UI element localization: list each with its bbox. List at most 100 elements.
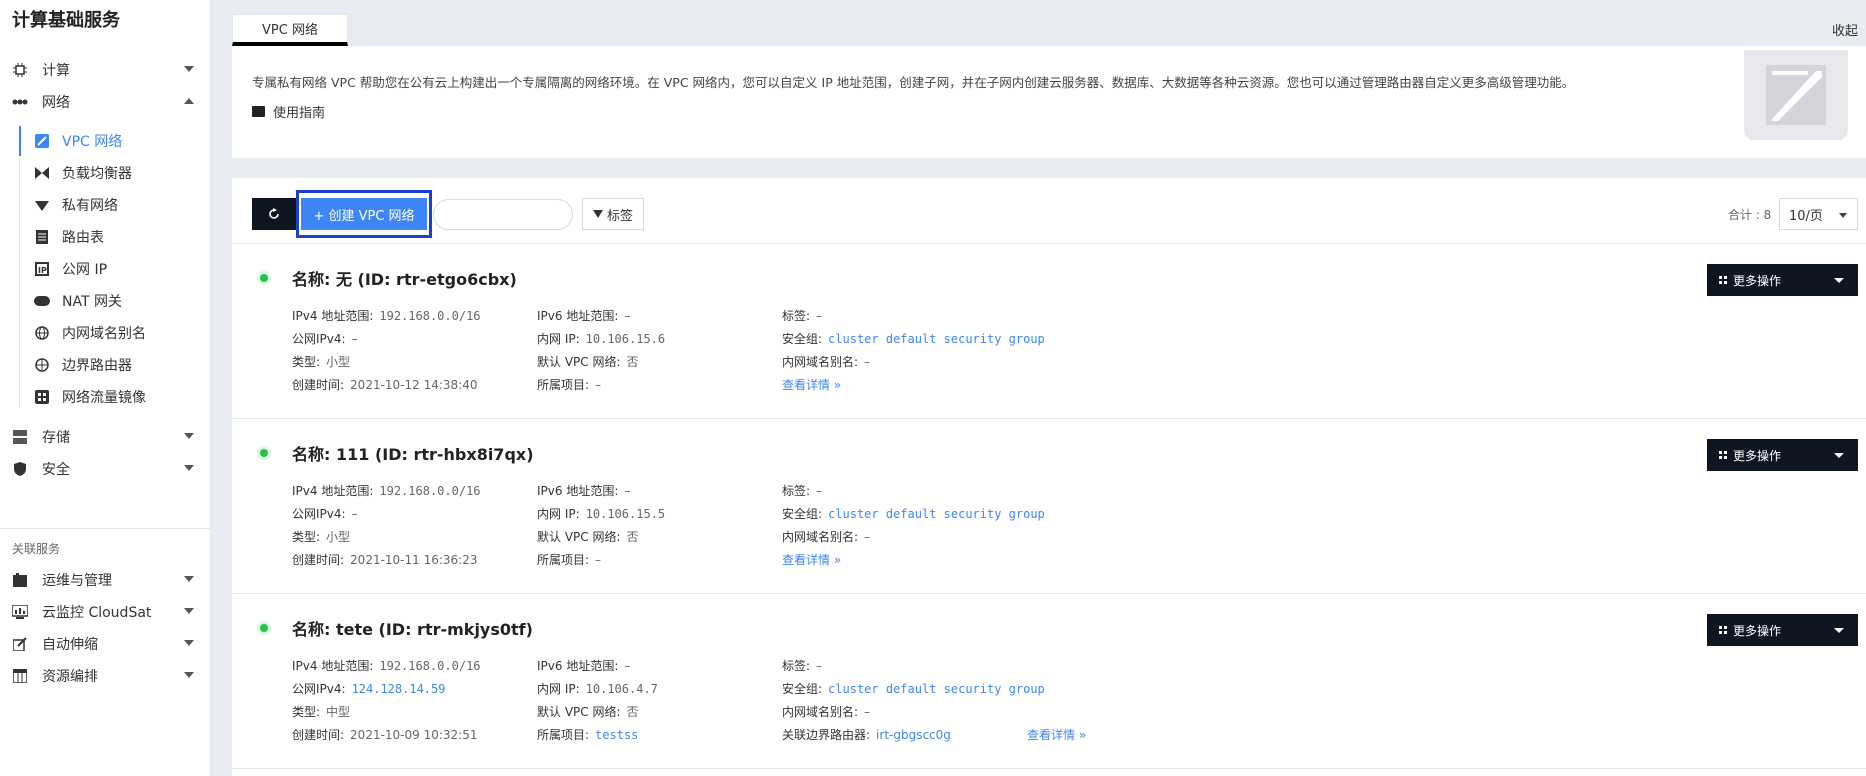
public-ipv4-field: 公网IPv4: –	[292, 332, 358, 346]
sidebar-item-public-ip[interactable]: IP 公网 IP	[20, 254, 210, 284]
status-dot	[260, 274, 268, 282]
network-icon	[12, 94, 28, 110]
list-toolbar: + 创建 VPC 网络 标签 合计 : 8 10/页	[232, 178, 1866, 244]
vpc-illustration	[1744, 50, 1848, 140]
security-group-link[interactable]: cluster default security group	[828, 332, 1045, 346]
more-actions-button[interactable]: 更多操作	[1707, 614, 1858, 646]
page-size-select[interactable]: 10/页	[1779, 198, 1858, 230]
dns-alias-field: 内网域名别名: –	[782, 530, 871, 544]
sidebar-item-nat-gateway[interactable]: NAT 网关	[20, 286, 210, 316]
security-group-field: 安全组: cluster default security group	[782, 332, 1045, 346]
vpc-title: 名称: tete (ID: rtr-mkjys0tf)	[292, 620, 533, 639]
sidebar-group-autoscaling[interactable]: 自动伸缩	[0, 629, 210, 659]
sidebar-group-compute[interactable]: 计算	[0, 55, 210, 85]
tab-bar: VPC 网络 收起	[232, 14, 1866, 46]
sidebar-group-label: 网络	[42, 95, 70, 111]
sidebar-item-load-balancer[interactable]: 负载均衡器	[20, 158, 210, 188]
vpc-row: 名称: 111 (ID: rtr-hbx8i7qx) 更多操作 IPv4 地址范…	[232, 419, 1866, 594]
tag-filter-button[interactable]: 标签	[582, 198, 644, 230]
sidebar-group-label: 存储	[42, 430, 70, 446]
default-vpc-field: 默认 VPC 网络: 否	[537, 705, 639, 719]
ipv4-range-field: IPv4 地址范围: 192.168.0.0/16	[292, 309, 481, 323]
more-actions-button[interactable]: 更多操作	[1707, 264, 1858, 296]
public-ipv4-link[interactable]: 124.128.14.59	[352, 682, 446, 696]
sidebar-divider	[0, 528, 210, 529]
filter-icon	[592, 210, 603, 218]
more-actions-button[interactable]: 更多操作	[1707, 439, 1858, 471]
vpc-list-panel: + 创建 VPC 网络 标签 合计 : 8 10/页 名称: 无 (ID: rt…	[232, 178, 1866, 776]
orchestration-icon	[12, 668, 28, 684]
chevron-down-icon	[1834, 628, 1844, 633]
security-group-field: 安全组: cluster default security group	[782, 682, 1045, 696]
grid-icon	[1719, 276, 1727, 284]
vpc-title: 名称: 无 (ID: rtr-etgo6cbx)	[292, 270, 517, 289]
more-actions-label: 更多操作	[1733, 623, 1782, 638]
tags-field: 标签: –	[782, 309, 823, 323]
sidebar-item-dns-alias[interactable]: 内网域名别名	[20, 318, 210, 348]
monitor-icon	[12, 604, 28, 620]
grid-icon	[1719, 451, 1727, 459]
sidebar-item-label: VPC 网络	[62, 134, 123, 150]
view-details-link[interactable]: 查看详情 »	[782, 376, 841, 393]
sidebar-group-label: 安全	[42, 462, 70, 478]
refresh-button[interactable]	[252, 198, 296, 230]
vpc-row: 名称: 无 (ID: rtr-etgo6cbx) 更多操作 IPv4 地址范围:…	[232, 244, 1866, 419]
type-field: 类型: 中型	[292, 705, 351, 719]
sidebar-group-cloudsat[interactable]: 云监控 CloudSat	[0, 597, 210, 627]
private-ip-field: 内网 IP: 10.106.15.5	[537, 507, 666, 521]
tab-vpc[interactable]: VPC 网络	[232, 14, 348, 46]
tags-field: 标签: –	[782, 659, 823, 673]
project-field: 所属项目: –	[537, 553, 602, 567]
sidebar-item-label: 私有网络	[62, 198, 118, 214]
default-vpc-field: 默认 VPC 网络: 否	[537, 355, 639, 369]
sidebar-group-network[interactable]: 网络	[0, 87, 210, 117]
sidebar-item-route-table[interactable]: 路由表	[20, 222, 210, 252]
chevron-down-icon	[184, 576, 194, 582]
sidebar-group-ops[interactable]: 运维与管理	[0, 565, 210, 595]
refresh-icon	[269, 208, 279, 219]
border-router-link[interactable]: irt-gbgscc0g	[876, 728, 951, 742]
create-vpc-button[interactable]: + 创建 VPC 网络	[301, 198, 427, 230]
view-details-link[interactable]: 查看详情 »	[782, 551, 841, 568]
private-ip-field: 内网 IP: 10.106.15.6	[537, 332, 666, 346]
autoscale-icon	[12, 636, 28, 652]
sidebar-group-storage[interactable]: 存储	[0, 422, 210, 452]
security-group-link[interactable]: cluster default security group	[828, 682, 1045, 696]
vpc-title: 名称: 111 (ID: rtr-hbx8i7qx)	[292, 445, 534, 464]
book-icon	[252, 106, 265, 117]
sidebar-item-vpc[interactable]: VPC 网络	[20, 126, 210, 156]
project-link[interactable]: testss	[595, 728, 638, 742]
create-button-highlight: + 创建 VPC 网络	[296, 190, 432, 238]
created-field: 创建时间: 2021-10-09 10:32:51	[292, 728, 478, 742]
sidebar-group-orchestration[interactable]: 资源编排	[0, 661, 210, 691]
status-dot	[260, 624, 268, 632]
search-input[interactable]	[433, 199, 573, 230]
description-panel: 专属私有网络 VPC 帮助您在公有云上构建出一个专属隔离的网络环境。在 VPC …	[232, 46, 1866, 158]
sidebar-item-traffic-mirror[interactable]: 网络流量镜像	[20, 382, 210, 412]
sidebar-item-label: 负载均衡器	[62, 166, 132, 182]
sidebar-item-border-router[interactable]: 边界路由器	[20, 350, 210, 380]
sidebar-item-label: 公网 IP	[62, 262, 108, 278]
sidebar-group-label: 运维与管理	[42, 573, 112, 589]
sidebar-group-label: 资源编排	[42, 669, 98, 685]
security-group-link[interactable]: cluster default security group	[828, 507, 1045, 521]
svg-text:IP: IP	[38, 266, 47, 275]
view-details-link[interactable]: 查看详情 »	[1027, 726, 1086, 743]
description-text: 专属私有网络 VPC 帮助您在公有云上构建出一个专属隔离的网络环境。在 VPC …	[252, 75, 1575, 90]
page-size-value: 10/页	[1789, 208, 1823, 224]
default-vpc-field: 默认 VPC 网络: 否	[537, 530, 639, 544]
cpu-icon	[12, 62, 28, 78]
sidebar-item-private-network[interactable]: 私有网络	[20, 190, 210, 220]
sidebar-item-label: 路由表	[62, 230, 104, 246]
tag-filter-label: 标签	[606, 208, 633, 224]
collapse-button[interactable]: 收起	[1832, 20, 1858, 39]
chevron-down-icon	[184, 465, 194, 471]
usage-guide-link[interactable]: 使用指南	[252, 102, 325, 121]
ip-icon: IP	[34, 261, 50, 277]
chevron-down-icon	[184, 640, 194, 646]
ipv6-range-field: IPv6 地址范围: –	[537, 309, 631, 323]
sidebar-group-security[interactable]: 安全	[0, 454, 210, 484]
chevron-down-icon	[1834, 278, 1844, 283]
ops-icon	[12, 572, 28, 588]
type-field: 类型: 小型	[292, 530, 351, 544]
